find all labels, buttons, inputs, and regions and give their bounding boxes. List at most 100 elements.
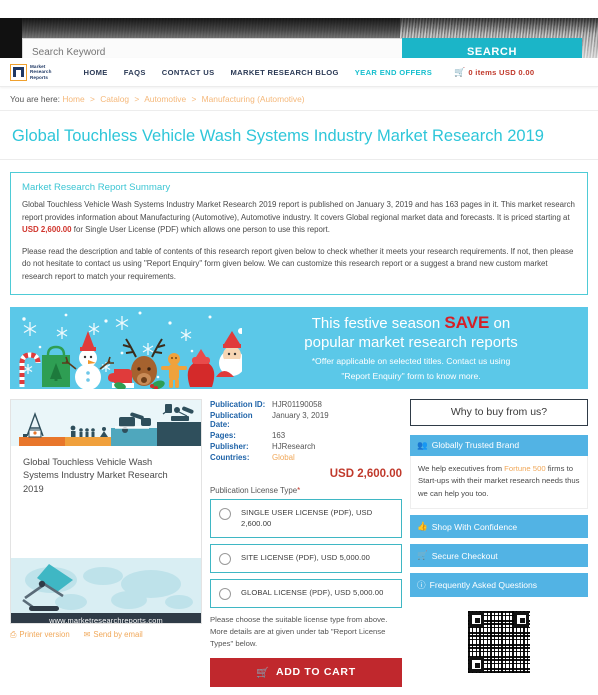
panel-body-text-a: We help executives from (418, 463, 505, 473)
search-input[interactable] (22, 38, 402, 58)
banner-save-word: SAVE (444, 312, 490, 332)
people-icon: 👥 (417, 439, 428, 450)
hero-dark-panel (0, 18, 22, 58)
license-option-global[interactable]: GLOBAL LICENSE (PDF), USD 5,000.00 (210, 578, 402, 608)
panel-globally-trusted-brand-body: We help executives from Fortune 500 firm… (410, 455, 588, 510)
qr-eye-top-left (469, 612, 484, 628)
add-to-cart-button[interactable]: 🛒 ADD TO CART (210, 657, 402, 687)
breadcrumb-item-home[interactable]: Home (62, 94, 84, 104)
table-row: Countries: Global (210, 452, 402, 463)
nav-links: HOME FAQS CONTACT US MARKET RESEARCH BLO… (84, 68, 433, 77)
panel-secure-checkout[interactable]: 🛒 Secure Checkout (410, 544, 588, 568)
detail-key-pages: Pages: (210, 430, 236, 440)
question-circle-icon: ⓘ (417, 580, 426, 591)
qr-eye-bottom-left (469, 657, 484, 673)
cart-summary-label: 0 items USD 0.00 (468, 67, 535, 77)
logo-wordmark: Market Research Reports (30, 64, 52, 80)
why-to-buy-button[interactable]: Why to buy from us? (410, 398, 588, 426)
panel-shop-with-confidence-label: Shop With Confidence (431, 521, 518, 532)
product-details-column: Publication ID: HJR01190058 Publication … (210, 399, 402, 687)
breadcrumb: You are here: Home > Catalog > Automotiv… (0, 87, 598, 111)
panel-secure-checkout-label: Secure Checkout (431, 550, 498, 561)
product-price: USD 2,600.00 (329, 467, 402, 480)
radio-single-user[interactable] (219, 507, 231, 520)
radio-site-license[interactable] (219, 552, 231, 565)
promo-banner-section: This festive season SAVE on popular mark… (0, 295, 598, 389)
license-option-site[interactable]: SITE LICENSE (PDF), USD 5,000.00 (210, 543, 402, 573)
detail-key-publication-id: Publication ID: (210, 399, 266, 409)
product-image-column: Global Touchless Vehicle Wash Systems In… (10, 398, 202, 687)
cover-illustration-top (11, 399, 201, 446)
logo-line-2: Research (30, 69, 52, 75)
breadcrumb-item-automotive[interactable]: Automotive (144, 94, 186, 104)
main-navbar: Market Research Reports HOME FAQS CONTAC… (0, 58, 598, 87)
panel-globally-trusted-brand-header[interactable]: 👥 Globally Trusted Brand (410, 434, 588, 456)
detail-value-publication-date: January 3, 2019 (272, 410, 329, 420)
cover-illustration-bottom: www.marketresearchreports.com (11, 557, 201, 623)
report-cover-image[interactable]: Global Touchless Vehicle Wash Systems In… (10, 398, 202, 624)
festive-promo-banner[interactable]: This festive season SAVE on popular mark… (10, 306, 588, 389)
publication-details-table: Publication ID: HJR01190058 Publication … (210, 399, 402, 463)
table-row: Publication ID: HJR01190058 (210, 399, 402, 410)
thumbs-up-icon: 👍 (417, 521, 428, 532)
nav-item-market-research-blog[interactable]: MARKET RESEARCH BLOG (230, 68, 338, 77)
summary-para1-text-b: for Single User License (PDF) which allo… (71, 225, 330, 235)
logo-line-3: Reports (30, 74, 49, 80)
festive-illustration (10, 307, 245, 389)
banner-copy: This festive season SAVE on popular mark… (242, 313, 588, 383)
logo-mark-icon (10, 63, 27, 81)
breadcrumb-separator: > (191, 94, 197, 104)
required-mark: * (297, 485, 301, 495)
detail-value-countries[interactable]: Global (272, 452, 402, 463)
detail-value-pages: 163 (272, 430, 286, 440)
panel-frequently-asked-questions[interactable]: ⓘ Frequently Asked Questions (410, 573, 588, 598)
hero-banner: SEARCH (0, 0, 598, 58)
page-title: Global Touchless Vehicle Wash Systems In… (0, 111, 598, 160)
summary-para1-text-a: Global Touchless Vehicle Wash Systems In… (22, 200, 575, 222)
summary-paragraph-2: Please read the description and table of… (22, 246, 574, 281)
cart-summary[interactable]: 🛒 0 items USD 0.00 (454, 67, 535, 77)
license-option-global-label: GLOBAL LICENSE (PDF), USD 5,000.00 (241, 587, 384, 597)
send-by-email-link[interactable]: ✉ Send by email (84, 630, 143, 639)
qr-code-container (410, 611, 588, 674)
banner-line-1: This festive season SAVE on (242, 313, 580, 333)
breadcrumb-item-catalog[interactable]: Catalog (100, 94, 129, 104)
cart-icon: 🛒 (256, 666, 270, 679)
summary-price: USD 2,600.00 (22, 225, 72, 235)
site-logo[interactable]: Market Research Reports (10, 63, 52, 81)
breadcrumb-item-manufacturing-automotive[interactable]: Manufacturing (Automotive) (202, 94, 305, 104)
detail-key-publisher: Publisher: (210, 441, 249, 451)
nav-item-faqs[interactable]: FAQS (124, 68, 146, 77)
summary-paragraph-1: Global Touchless Vehicle Wash Systems In… (22, 199, 576, 237)
summary-section: Market Research Report Summary Global To… (0, 160, 598, 295)
search-button[interactable]: SEARCH (402, 38, 582, 58)
license-help-note: Please choose the suitable license type … (210, 614, 388, 648)
nav-item-contact-us[interactable]: CONTACT US (162, 68, 215, 77)
table-row: Publisher: HJResearch (210, 441, 402, 452)
license-label-text: Publication License Type (210, 485, 298, 495)
printer-version-link[interactable]: ⎙ Printer version (10, 630, 70, 640)
qr-eye-top-right (514, 612, 529, 628)
printer-icon: ⎙ (10, 629, 17, 639)
panel-shop-with-confidence[interactable]: 👍 Shop With Confidence (410, 515, 588, 539)
festive-illustration-svg (19, 311, 245, 389)
nav-item-year-end-offers[interactable]: YEAR END OFFERS (355, 68, 432, 77)
panel-body-highlight: Fortune 500 (504, 463, 546, 473)
detail-value-publisher: HJResearch (272, 441, 316, 451)
license-type-label: Publication License Type* (210, 486, 402, 495)
license-option-single-user[interactable]: SINGLE USER LICENSE (PDF), USD 2,600.00 (210, 498, 402, 538)
product-section: Global Touchless Vehicle Wash Systems In… (0, 389, 598, 687)
banner-line-2: popular market research reports (304, 333, 518, 351)
qr-code (468, 611, 530, 674)
cart-icon: 🛒 (417, 550, 428, 561)
nav-item-home[interactable]: HOME (84, 68, 108, 77)
breadcrumb-separator: > (134, 94, 140, 104)
banner-note-2: "Report Enquiry" form to know more. (341, 371, 481, 382)
search-bar: SEARCH (22, 38, 582, 58)
license-option-single-user-label: SINGLE USER LICENSE (PDF), USD 2,600.00 (241, 507, 373, 529)
detail-key-publication-date: Publication Date: (210, 410, 253, 429)
radio-global-license[interactable] (219, 587, 231, 600)
printer-version-label: Printer version (19, 630, 70, 640)
send-by-email-label: Send by email (93, 630, 143, 640)
table-row: Publication Date: January 3, 2019 (210, 410, 402, 430)
